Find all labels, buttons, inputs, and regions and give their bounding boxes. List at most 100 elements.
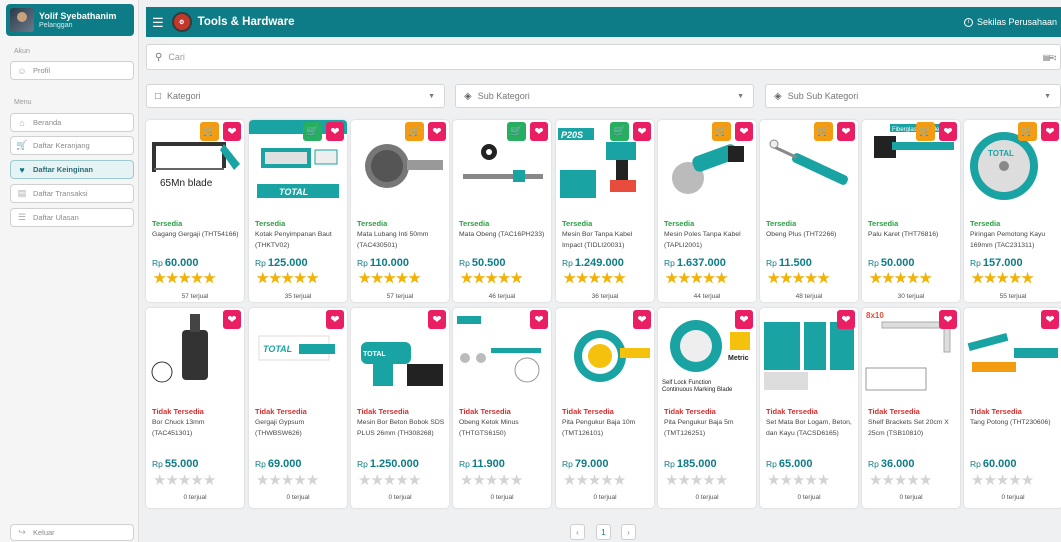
product-card[interactable]: 🛒 ❤ Tersedia Mesin Poles Tanpa Kabel (TAPLI… [658, 120, 756, 302]
product-card[interactable]: 8x10 ❤ Tidak Tersedia Shelf Brackets Set 20… [862, 308, 960, 508]
wishlist-button[interactable]: ❤ [633, 310, 651, 329]
product-name[interactable]: Gergaji Gypsum (THWBSW626) [255, 418, 345, 439]
product-name[interactable]: Palu Karet (THT76816) [868, 230, 958, 241]
wishlist-button[interactable]: ❤ [837, 310, 855, 329]
product-card[interactable]: 🛒 ❤ Tersedia Mata Lubang Inti 50mm (TAC4305… [351, 120, 449, 302]
sidebar-item-reviews[interactable]: ☰ Daftar Ulasan [10, 208, 134, 227]
product-price: Rp 60.000 [152, 257, 199, 269]
sold-count: 0 terjual [593, 494, 617, 501]
product-name[interactable]: Mesin Bor Beton Bobok SDS PLUS 26mm (TH3… [357, 418, 447, 439]
wishlist-button[interactable]: ❤ [428, 122, 446, 141]
product-card[interactable]: 🛒 ❤ Tersedia Mata Obeng (TAC16PH233) Rp 50.50… [453, 120, 551, 302]
add-to-cart-button[interactable]: 🛒 [814, 122, 833, 141]
review-icon: ☰ [17, 212, 27, 222]
wishlist-button[interactable]: ❤ [326, 310, 344, 329]
product-name[interactable]: Piringan Pemotong Kayu 169mm (TAC231311) [970, 230, 1060, 251]
sidebar-item-wishlist[interactable]: ♥ Daftar Keinginan [10, 160, 134, 179]
add-to-cart-button[interactable]: 🛒 [610, 122, 629, 141]
next-page-button[interactable]: › [621, 524, 636, 540]
wishlist-button[interactable]: ❤ [735, 310, 753, 329]
user-card[interactable]: Yolif Syebathanim Pelanggan [6, 4, 134, 36]
product-card[interactable]: TOTAL 🛒 ❤ Tersedia Piringan Pemotong Kayu 16… [964, 120, 1061, 302]
about-company-link[interactable]: i Sekilas Perusahaan [963, 17, 1057, 27]
product-card[interactable]: ❤ Tidak Tersedia Tang Potong (THT230606) Rp… [964, 308, 1061, 508]
product-name[interactable]: Obeng Ketok Minus (THTGTS6150) [459, 418, 549, 439]
product-price: Rp 69.000 [255, 458, 302, 470]
wishlist-button[interactable]: ❤ [428, 310, 446, 329]
sidebar-item-transactions[interactable]: ▤ Daftar Transaksi [10, 184, 134, 203]
star-icon: ★ [689, 472, 703, 489]
product-name[interactable]: Kotak Penyimpanan Baut (THKTV02) [255, 230, 345, 251]
star-icon: ★ [382, 472, 396, 489]
product-name[interactable]: Set Mata Bor Logam, Beton, dan Kayu (TAC… [766, 418, 856, 439]
product-card[interactable]: ❤ Tidak Tersedia Pita Pengukur Baja 10m (T… [556, 308, 654, 508]
product-name[interactable]: Pita Pengukur Baja 5m (TMT126251) [664, 418, 754, 439]
wishlist-button[interactable]: ❤ [735, 122, 753, 141]
add-to-cart-button[interactable]: 🛒 [200, 122, 219, 141]
product-card[interactable]: TOTAL ❤ Tidak Tersedia Mesin Bor Beton Bobo… [351, 308, 449, 508]
product-name[interactable]: Tang Potong (THT230606) [970, 418, 1060, 429]
product-name[interactable]: Obeng Plus (THT2266) [766, 230, 856, 241]
product-name[interactable]: Mesin Bor Tanpa Kabel Impact (TIDLI20031… [562, 230, 652, 251]
sidebar-item-profile[interactable]: ☺ Profil [10, 61, 134, 80]
heart-icon: ❤ [534, 314, 544, 326]
sidebar-item-home[interactable]: ⌂ Beranda [10, 113, 134, 132]
product-card[interactable]: ❤ Tidak Tersedia Bor Chuck 13mm (TAC451301… [146, 308, 244, 508]
wishlist-button[interactable]: ❤ [1041, 310, 1059, 329]
add-to-cart-button[interactable]: 🛒 [405, 122, 424, 141]
product-price: Rp 185.000 [664, 458, 717, 470]
wishlist-button[interactable]: ❤ [939, 310, 957, 329]
star-icon: ★ [767, 472, 780, 489]
add-to-cart-button[interactable]: 🛒 [507, 122, 526, 141]
wishlist-button[interactable]: ❤ [223, 310, 241, 329]
product-name[interactable]: Mesin Poles Tanpa Kabel (TAPLI2001) [664, 230, 754, 251]
wishlist-button[interactable]: ❤ [939, 122, 957, 141]
barcode-scan-icon[interactable]: ▤≡↕ [1043, 53, 1057, 62]
product-name[interactable]: Shelf Brackets Set 20cm X 25cm (TSB10810… [868, 418, 958, 439]
chevron-down-icon: ▼ [737, 92, 744, 100]
star-icon: ★ [177, 472, 191, 489]
product-card[interactable]: 🛒 ❤ Tersedia Obeng Plus (THT2266) Rp 11.500 ★★… [760, 120, 858, 302]
page-1-button[interactable]: 1 [596, 524, 611, 540]
subcategory-select[interactable]: ◈ Sub Kategori ▼ [455, 84, 754, 108]
add-to-cart-button[interactable]: 🛒 [303, 122, 322, 141]
wishlist-button[interactable]: ❤ [837, 122, 855, 141]
add-to-cart-button[interactable]: 🛒 [712, 122, 731, 141]
wishlist-button[interactable]: ❤ [1041, 122, 1059, 141]
wishlist-button[interactable]: ❤ [530, 122, 548, 141]
product-name[interactable]: Bor Chuck 13mm (TAC451301) [152, 418, 242, 439]
sold-count: 35 terjual [284, 293, 312, 300]
sidebar-item-cart[interactable]: 🛒 Daftar Keranjang [10, 136, 134, 155]
category-select[interactable]: □ Kategori ▼ [146, 84, 445, 108]
product-name[interactable]: Mata Obeng (TAC16PH233) [459, 230, 549, 241]
star-icon: ★ [791, 472, 805, 489]
product-name[interactable]: Pita Pengukur Baja 10m (TMT126101) [562, 418, 652, 439]
wishlist-button[interactable]: ❤ [633, 122, 651, 141]
product-card[interactable]: P20S 🛒 ❤ Tersedia Mesin Bor Tanpa Kabel Impa… [556, 120, 654, 302]
svg-text:TOTAL: TOTAL [363, 351, 386, 358]
add-to-cart-button[interactable]: 🛒 [916, 122, 935, 141]
logout-button[interactable]: ↪ Keluar [10, 524, 134, 541]
wishlist-button[interactable]: ❤ [223, 122, 241, 141]
product-name[interactable]: Mata Lubang Inti 50mm (TAC430501) [357, 230, 447, 251]
cart-icon: 🛒 [16, 140, 28, 150]
product-card[interactable]: ❤ Tidak Tersedia Set Mata Bor Logam, Beton… [760, 308, 858, 508]
wishlist-button[interactable]: ❤ [530, 310, 548, 329]
wishlist-button[interactable]: ❤ [326, 122, 344, 141]
product-card[interactable]: Fiberglass handle🛒❤TersediaPalu Karet (T… [862, 120, 960, 302]
menu-icon[interactable]: ☰ [152, 16, 164, 29]
svg-text:Continuous Marking Blade: Continuous Marking Blade [662, 387, 733, 393]
sold-count: 57 terjual [386, 293, 414, 300]
product-card[interactable]: TOTAL 🛒 ❤ Tersedia Kotak Penyimpanan Baut (T… [249, 120, 347, 302]
search-input[interactable] [168, 52, 1043, 62]
currency-label: Rp [664, 459, 675, 469]
prev-page-button[interactable]: ‹ [570, 524, 585, 540]
cart-icon: 🛒 [613, 126, 626, 137]
product-card[interactable]: TOTAL ❤ Tidak Tersedia Gergaji Gypsum (THWB… [249, 308, 347, 508]
add-to-cart-button[interactable]: 🛒 [1018, 122, 1037, 141]
product-card[interactable]: ❤ Tidak Tersedia Obeng Ketok Minus (THTGTS… [453, 308, 551, 508]
product-name[interactable]: Gagang Gergaji (THT54166) [152, 230, 242, 241]
subsubcategory-select[interactable]: ◈ Sub Sub Kategori ▼ [765, 84, 1061, 108]
product-card[interactable]: Metric Self Lock Function Continuous Marki… [658, 308, 756, 508]
product-card[interactable]: 65Mn blade 🛒 ❤ Tersedia Gagang Gergaji (THT5… [146, 120, 244, 302]
